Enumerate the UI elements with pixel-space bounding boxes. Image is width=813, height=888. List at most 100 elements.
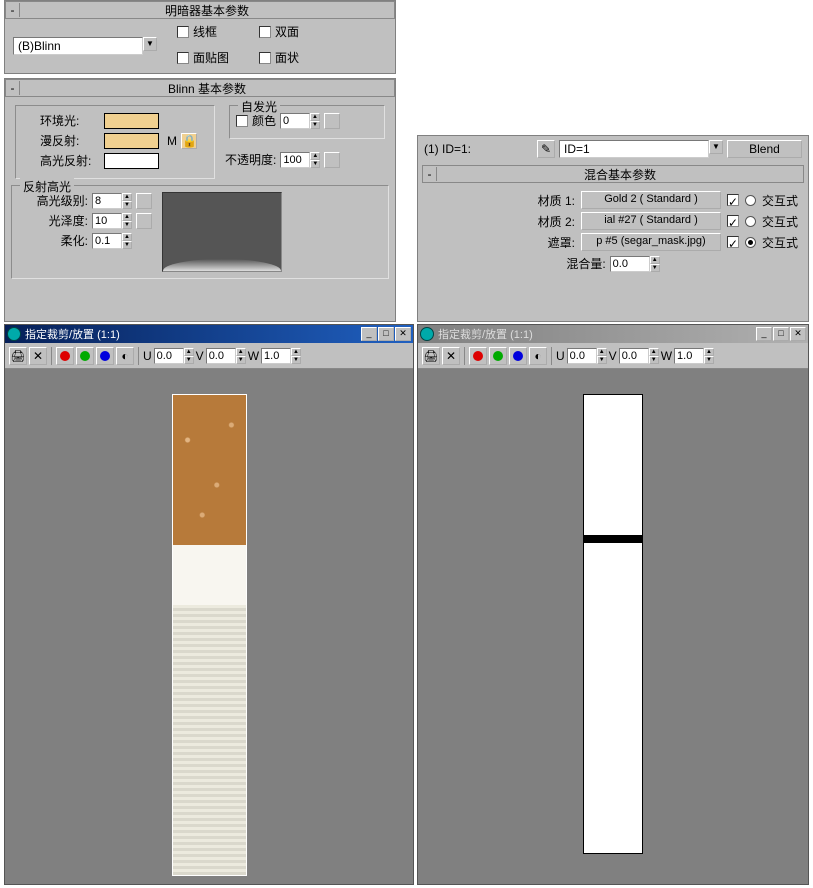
crop-b-u-label: U bbox=[556, 349, 565, 363]
mixamt-label: 混合量: bbox=[566, 255, 605, 272]
matid-dropdown[interactable]: ID=1 bbox=[559, 140, 709, 158]
eyedropper-icon[interactable] bbox=[537, 140, 555, 158]
ambient-swatch[interactable] bbox=[104, 113, 159, 129]
selfillum-spinner[interactable]: ▲▼ bbox=[280, 113, 320, 129]
gloss-map-button[interactable] bbox=[136, 213, 152, 229]
crop-b-v-label: V bbox=[609, 349, 617, 363]
opacity-input[interactable] bbox=[280, 152, 310, 168]
selfillum-color-checkbox[interactable] bbox=[236, 115, 248, 127]
crop-a-w-input[interactable] bbox=[261, 348, 291, 364]
twosided-checkbox[interactable] bbox=[259, 26, 271, 38]
mat2-button[interactable]: ial #27 ( Standard ) bbox=[581, 212, 721, 230]
close-icon[interactable]: ✕ bbox=[790, 327, 806, 341]
contrast-icon[interactable]: ◐ bbox=[529, 347, 547, 365]
contrast-icon[interactable]: ◐ bbox=[116, 347, 134, 365]
chevron-down-icon[interactable]: ▼ bbox=[709, 140, 723, 154]
green-channel-button[interactable] bbox=[489, 347, 507, 365]
gloss-spinner[interactable]: ▲▼ bbox=[92, 213, 132, 229]
specular-swatch[interactable] bbox=[104, 153, 159, 169]
cigarette-texture bbox=[172, 394, 247, 876]
maximize-icon[interactable]: □ bbox=[773, 327, 789, 341]
blue-channel-button[interactable] bbox=[96, 347, 114, 365]
facemap-label: 面贴图 bbox=[193, 49, 229, 66]
crop-a-u-input[interactable] bbox=[154, 348, 184, 364]
minimize-icon[interactable]: _ bbox=[756, 327, 772, 341]
crop-b-title: 指定裁剪/放置 (1:1) bbox=[438, 326, 756, 342]
soften-spinner[interactable]: ▲▼ bbox=[92, 233, 132, 249]
speclevel-spinner[interactable]: ▲▼ bbox=[92, 193, 132, 209]
faceted-checkbox[interactable] bbox=[259, 52, 271, 64]
shader-type-dropdown[interactable]: (B)Blinn bbox=[13, 37, 143, 55]
chevron-down-icon[interactable]: ▼ bbox=[143, 37, 157, 51]
crop-b-canvas[interactable] bbox=[418, 369, 808, 884]
gloss-label: 光泽度: bbox=[18, 212, 88, 229]
maximize-icon[interactable]: □ bbox=[378, 327, 394, 341]
crop-a-v-input[interactable] bbox=[206, 348, 236, 364]
shader-rollout-header[interactable]: - 明暗器基本参数 bbox=[5, 1, 395, 19]
app-icon bbox=[7, 327, 21, 341]
speclevel-input[interactable] bbox=[92, 193, 122, 209]
minimize-icon[interactable]: _ bbox=[361, 327, 377, 341]
mask-interactive-label: 交互式 bbox=[762, 234, 798, 251]
mat1-button[interactable]: Gold 2 ( Standard ) bbox=[581, 191, 721, 209]
wireframe-label: 线框 bbox=[193, 23, 217, 40]
m-label: M bbox=[167, 134, 177, 148]
gloss-input[interactable] bbox=[92, 213, 122, 229]
mask-button[interactable]: p #5 (segar_mask.jpg) bbox=[581, 233, 721, 251]
diffuse-swatch[interactable] bbox=[104, 133, 159, 149]
mat2-enable-checkbox[interactable]: ✓ bbox=[727, 215, 739, 227]
mixamt-spinner[interactable]: ▲▼ bbox=[610, 256, 660, 272]
blinn-rollout-header[interactable]: - Blinn 基本参数 bbox=[5, 79, 395, 97]
close-icon[interactable]: ✕ bbox=[395, 327, 411, 341]
delete-icon[interactable]: ✕ bbox=[442, 347, 460, 365]
specular-preview bbox=[162, 192, 282, 272]
mat1-interactive-radio[interactable] bbox=[745, 195, 756, 206]
selfillum-input[interactable] bbox=[280, 113, 310, 129]
crop-a-canvas[interactable] bbox=[5, 369, 413, 884]
soften-input[interactable] bbox=[92, 233, 122, 249]
crop-a-titlebar[interactable]: 指定裁剪/放置 (1:1) _ □ ✕ bbox=[5, 325, 413, 343]
crop-a-title: 指定裁剪/放置 (1:1) bbox=[25, 326, 361, 342]
collapse-icon[interactable]: - bbox=[423, 167, 437, 181]
blue-channel-button[interactable] bbox=[509, 347, 527, 365]
crop-b-titlebar[interactable]: 指定裁剪/放置 (1:1) _ □ ✕ bbox=[418, 325, 808, 343]
mat2-interactive-label: 交互式 bbox=[762, 213, 798, 230]
opacity-map-button[interactable] bbox=[324, 152, 340, 168]
shader-rollout-title: 明暗器基本参数 bbox=[20, 2, 394, 19]
matid-value: ID=1 bbox=[564, 142, 590, 156]
blinn-rollout-title: Blinn 基本参数 bbox=[20, 80, 394, 97]
blend-button[interactable]: Blend bbox=[727, 140, 802, 158]
mask-enable-checkbox[interactable]: ✓ bbox=[727, 236, 739, 248]
opacity-label: 不透明度: bbox=[225, 151, 276, 168]
mask-interactive-radio[interactable] bbox=[745, 237, 756, 248]
selfillum-map-button[interactable] bbox=[324, 113, 340, 129]
opacity-spinner[interactable]: ▲▼ bbox=[280, 152, 320, 168]
crop-a-u-label: U bbox=[143, 349, 152, 363]
mat1-interactive-label: 交互式 bbox=[762, 192, 798, 209]
red-channel-button[interactable] bbox=[56, 347, 74, 365]
green-channel-button[interactable] bbox=[76, 347, 94, 365]
mat2-interactive-radio[interactable] bbox=[745, 216, 756, 227]
crop-b-w-input[interactable] bbox=[674, 348, 704, 364]
mat1-enable-checkbox[interactable]: ✓ bbox=[727, 194, 739, 206]
collapse-icon[interactable]: - bbox=[6, 81, 20, 95]
print-icon[interactable]: 🖨 bbox=[9, 347, 27, 365]
crop-b-w-label: W bbox=[661, 349, 672, 363]
mix-rollout-header[interactable]: - 混合基本参数 bbox=[422, 165, 804, 183]
mix-rollout-title: 混合基本参数 bbox=[437, 166, 803, 183]
lock-icon[interactable]: 🔒 bbox=[181, 133, 197, 149]
delete-icon[interactable]: ✕ bbox=[29, 347, 47, 365]
facemap-checkbox[interactable] bbox=[177, 52, 189, 64]
speclevel-map-button[interactable] bbox=[136, 193, 152, 209]
wireframe-checkbox[interactable] bbox=[177, 26, 189, 38]
crop-a-v-label: V bbox=[196, 349, 204, 363]
diffuse-label: 漫反射: bbox=[40, 132, 100, 149]
red-channel-button[interactable] bbox=[469, 347, 487, 365]
collapse-icon[interactable]: - bbox=[6, 3, 20, 17]
mixamt-input[interactable] bbox=[610, 256, 650, 272]
soften-label: 柔化: bbox=[18, 232, 88, 249]
mat1-label: 材质 1: bbox=[538, 192, 575, 209]
print-icon[interactable]: 🖨 bbox=[422, 347, 440, 365]
crop-b-u-input[interactable] bbox=[567, 348, 597, 364]
crop-b-v-input[interactable] bbox=[619, 348, 649, 364]
